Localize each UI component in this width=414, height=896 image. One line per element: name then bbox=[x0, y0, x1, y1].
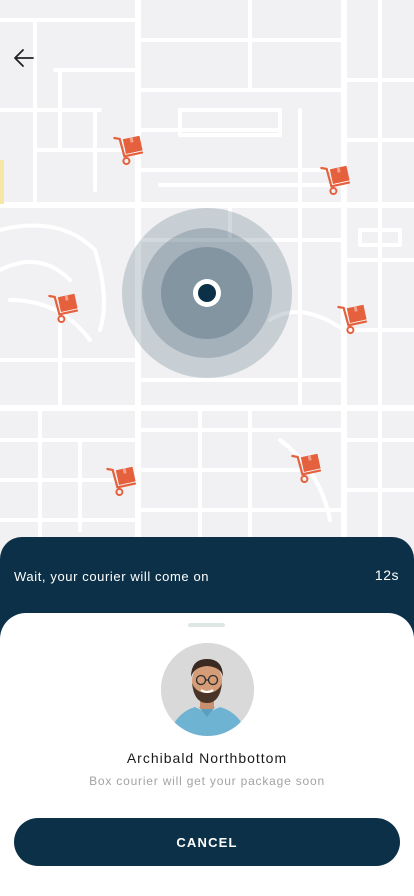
cart-marker-icon[interactable] bbox=[291, 450, 325, 484]
countdown-timer: 12s bbox=[374, 567, 399, 583]
cart-marker-icon[interactable] bbox=[337, 301, 371, 335]
cancel-button[interactable]: CANCEL bbox=[14, 818, 400, 866]
courier-subtitle: Box courier will get your package soon bbox=[89, 774, 325, 788]
location-pulse-icon bbox=[122, 208, 292, 378]
back-button[interactable] bbox=[8, 42, 40, 74]
courier-name: Archibald Northbottom bbox=[126, 750, 288, 766]
map-view[interactable] bbox=[0, 0, 414, 560]
sheet-drag-handle[interactable] bbox=[188, 623, 225, 627]
cancel-button-label: CANCEL bbox=[176, 834, 238, 850]
courier-avatar bbox=[161, 643, 254, 736]
courier-photo bbox=[161, 643, 254, 736]
wait-message: Wait, your courier will come on bbox=[14, 569, 210, 584]
cart-marker-icon[interactable] bbox=[113, 132, 147, 166]
cart-marker-icon[interactable] bbox=[48, 290, 82, 324]
cart-marker-icon[interactable] bbox=[320, 162, 354, 196]
cart-marker-icon[interactable] bbox=[106, 463, 140, 497]
arrow-left-icon bbox=[14, 49, 34, 67]
